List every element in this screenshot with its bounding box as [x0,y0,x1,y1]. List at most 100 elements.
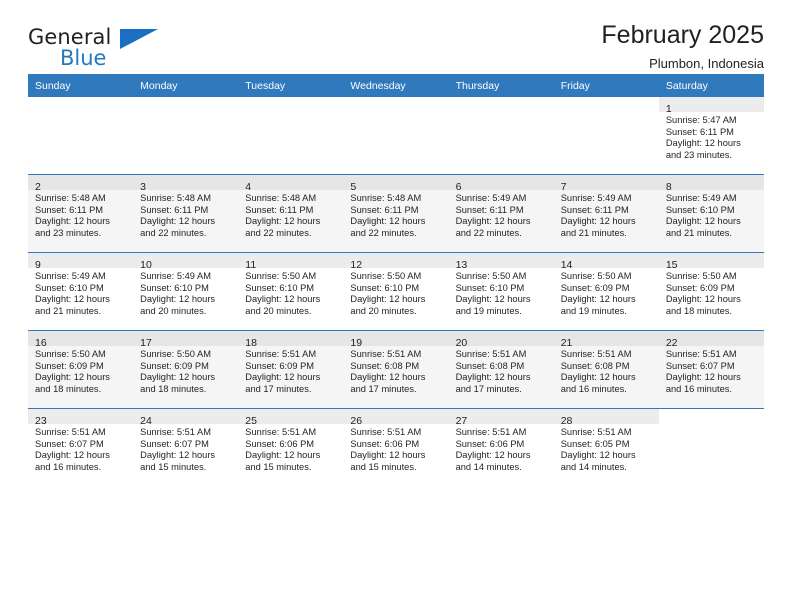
calendar-day-cell[interactable]: 28 Sunrise: 5:51 AM Sunset: 6:05 PM Dayligh… [553,408,659,486]
day-details: Sunrise: 5:51 AM Sunset: 6:08 PM Daylight:… [343,346,448,395]
calendar-day-cell[interactable]: 25 Sunrise: 5:51 AM Sunset: 6:06 PM Dayligh… [238,408,344,486]
daylight-duration-line1: Daylight: 12 hours [455,216,531,227]
daylight-duration-line1: Daylight: 12 hours [245,216,321,227]
daylight-duration-line2: and 19 minutes. [560,305,627,316]
day-number-strip: 22 [658,331,764,349]
calendar-day-cell[interactable]: 16 Sunrise: 5:50 AM Sunset: 6:09 PM Dayligh… [28,330,134,409]
daylight-duration-line1: Daylight: 12 hours [665,216,741,227]
sunrise-time: Sunrise: 5:51 AM [350,349,422,359]
sunset-time: Sunset: 6:09 PM [560,282,630,293]
sunset-time: Sunset: 6:10 PM [245,282,315,293]
calendar-day-cell[interactable]: 7 Sunrise: 5:49 AM Sunset: 6:11 PM Daylight… [553,174,659,253]
day-number: 3 [140,181,146,193]
daylight-duration-line1: Daylight: 12 hours [350,216,426,227]
day-details: Sunrise: 5:51 AM Sunset: 6:06 PM Daylight:… [238,424,343,473]
calendar-day-cell[interactable]: 20 Sunrise: 5:51 AM Sunset: 6:08 PM Dayligh… [448,330,554,409]
day-number: 7 [560,181,567,193]
daylight-duration-line2: and 16 minutes. [665,383,732,394]
day-number-strip: 19 [343,331,449,349]
logo-text-blue: Blue [60,46,107,70]
day-details: Sunrise: 5:50 AM Sunset: 6:09 PM Daylight:… [554,268,659,317]
day-cell-inner: 23 Sunrise: 5:51 AM Sunset: 6:07 PM Dayligh… [28,409,134,486]
calendar-day-cell[interactable]: 4 Sunrise: 5:48 AM Sunset: 6:11 PM Daylight… [238,174,344,253]
calendar-day-cell[interactable]: 21 Sunrise: 5:51 AM Sunset: 6:08 PM Dayligh… [553,330,659,409]
calendar-day-cell[interactable]: 19 Sunrise: 5:51 AM Sunset: 6:08 PM Dayligh… [343,330,449,409]
day-details: Sunrise: 5:51 AM Sunset: 6:05 PM Daylight:… [554,424,659,473]
sunrise-time: Sunrise: 5:49 AM [455,193,527,203]
day-details: Sunrise: 5:48 AM Sunset: 6:11 PM Daylight:… [238,190,343,239]
daylight-duration-line1: Daylight: 12 hours [455,294,531,305]
day-cell-inner: 9 Sunrise: 5:49 AM Sunset: 6:10 PM Daylight… [28,253,134,330]
calendar-day-cell-empty [554,97,659,175]
sunset-time: Sunset: 6:10 PM [665,204,735,215]
calendar-day-cell[interactable]: 24 Sunrise: 5:51 AM Sunset: 6:07 PM Dayligh… [133,408,239,486]
calendar-day-cell[interactable]: 9 Sunrise: 5:49 AM Sunset: 6:10 PM Daylight… [28,252,134,331]
day-number: 18 [245,337,257,349]
calendar-day-cell[interactable]: 15 Sunrise: 5:50 AM Sunset: 6:09 PM Dayligh… [658,252,764,331]
day-details: Sunrise: 5:50 AM Sunset: 6:10 PM Daylight:… [238,268,343,317]
calendar-day-cell[interactable]: 27 Sunrise: 5:51 AM Sunset: 6:06 PM Dayligh… [448,408,554,486]
day-number-strip: 13 [448,253,554,271]
weekday-header-monday: Monday [133,74,239,97]
day-cell-inner: 22 Sunrise: 5:51 AM Sunset: 6:07 PM Dayligh… [658,331,764,408]
calendar-week-row: 23 Sunrise: 5:51 AM Sunset: 6:07 PM Dayligh… [28,408,764,486]
calendar-day-cell[interactable]: 14 Sunrise: 5:50 AM Sunset: 6:09 PM Dayligh… [553,252,659,331]
sunset-time: Sunset: 6:10 PM [35,282,104,293]
general-blue-logo[interactable]: General Blue [28,26,178,72]
day-cell-inner [238,97,343,174]
calendar-day-cell-empty [28,97,133,175]
daylight-duration-line1: Daylight: 12 hours [665,138,741,149]
day-number-strip: 24 [133,409,239,427]
daylight-duration-line1: Daylight: 12 hours [665,294,741,305]
day-cell-inner: 28 Sunrise: 5:51 AM Sunset: 6:05 PM Dayligh… [553,409,659,486]
day-number-strip: 26 [343,409,449,427]
page-subtitle: Plumbon, Indonesia [649,56,764,71]
calendar-day-cell[interactable]: 18 Sunrise: 5:51 AM Sunset: 6:09 PM Dayligh… [238,330,344,409]
sunrise-time: Sunrise: 5:47 AM [665,115,737,125]
calendar-week-row: 16 Sunrise: 5:50 AM Sunset: 6:09 PM Dayligh… [28,330,764,409]
calendar-day-cell[interactable]: 17 Sunrise: 5:50 AM Sunset: 6:09 PM Dayligh… [133,330,239,409]
calendar-day-cell[interactable]: 23 Sunrise: 5:51 AM Sunset: 6:07 PM Dayligh… [28,408,134,486]
calendar-day-cell[interactable]: 8 Sunrise: 5:49 AM Sunset: 6:10 PM Daylight… [658,174,764,253]
day-number: 24 [140,415,152,427]
day-number-strip: 25 [238,409,344,427]
calendar-day-cell[interactable]: 10 Sunrise: 5:49 AM Sunset: 6:10 PM Dayligh… [133,252,239,331]
calendar-day-cell[interactable]: 5 Sunrise: 5:48 AM Sunset: 6:11 PM Daylight… [343,174,449,253]
calendar-day-cell[interactable]: 11 Sunrise: 5:50 AM Sunset: 6:10 PM Dayligh… [238,252,344,331]
day-number-strip: 1 [658,97,764,115]
sunset-time: Sunset: 6:09 PM [245,360,315,371]
daylight-duration-line2: and 22 minutes. [455,227,522,238]
day-cell-inner: 17 Sunrise: 5:50 AM Sunset: 6:09 PM Dayligh… [133,331,239,408]
calendar-day-cell[interactable]: 1 Sunrise: 5:47 AM Sunset: 6:11 PM Daylight… [658,97,764,175]
day-details: Sunrise: 5:51 AM Sunset: 6:07 PM Daylight:… [28,424,133,473]
daylight-duration-line1: Daylight: 12 hours [245,372,321,383]
sunset-time: Sunset: 6:11 PM [560,204,629,215]
daylight-duration-line1: Daylight: 12 hours [350,294,426,305]
day-cell-inner: 26 Sunrise: 5:51 AM Sunset: 6:06 PM Dayligh… [343,409,449,486]
day-number-strip: 11 [238,253,344,271]
calendar-day-cell[interactable]: 3 Sunrise: 5:48 AM Sunset: 6:11 PM Daylight… [133,174,239,253]
day-cell-inner: 2 Sunrise: 5:48 AM Sunset: 6:11 PM Daylight… [28,175,134,252]
weekday-header-thursday: Thursday [448,74,554,97]
daylight-duration-line2: and 17 minutes. [245,383,312,394]
day-number: 12 [350,259,363,271]
calendar-day-cell[interactable]: 26 Sunrise: 5:51 AM Sunset: 6:06 PM Dayligh… [343,408,449,486]
day-number-strip [238,97,343,112]
sunrise-time: Sunrise: 5:51 AM [350,427,422,437]
day-number-strip: 2 [28,175,134,193]
day-details: Sunrise: 5:48 AM Sunset: 6:11 PM Daylight:… [343,190,448,239]
calendar-day-cell[interactable]: 22 Sunrise: 5:51 AM Sunset: 6:07 PM Dayligh… [658,330,764,409]
calendar-day-cell[interactable]: 6 Sunrise: 5:49 AM Sunset: 6:11 PM Daylight… [448,174,554,253]
calendar-page: General Blue February 2025 Plumbon, Indo… [0,0,792,612]
sunset-time: Sunset: 6:10 PM [350,282,420,293]
calendar-day-cell[interactable]: 2 Sunrise: 5:48 AM Sunset: 6:11 PM Daylight… [28,174,134,253]
day-number-strip [343,97,448,112]
daylight-duration-line1: Daylight: 12 hours [140,450,216,461]
day-number-strip: 8 [658,175,764,193]
calendar-day-cell[interactable]: 12 Sunrise: 5:50 AM Sunset: 6:10 PM Dayligh… [343,252,449,331]
calendar-day-cell[interactable]: 13 Sunrise: 5:50 AM Sunset: 6:10 PM Dayligh… [448,252,554,331]
sunrise-sunset-calendar: Sunday Monday Tuesday Wednesday Thursday… [28,74,764,486]
daylight-duration-line2: and 16 minutes. [35,461,102,472]
sunset-time: Sunset: 6:11 PM [455,204,524,215]
daylight-duration-line2: and 17 minutes. [455,383,522,394]
